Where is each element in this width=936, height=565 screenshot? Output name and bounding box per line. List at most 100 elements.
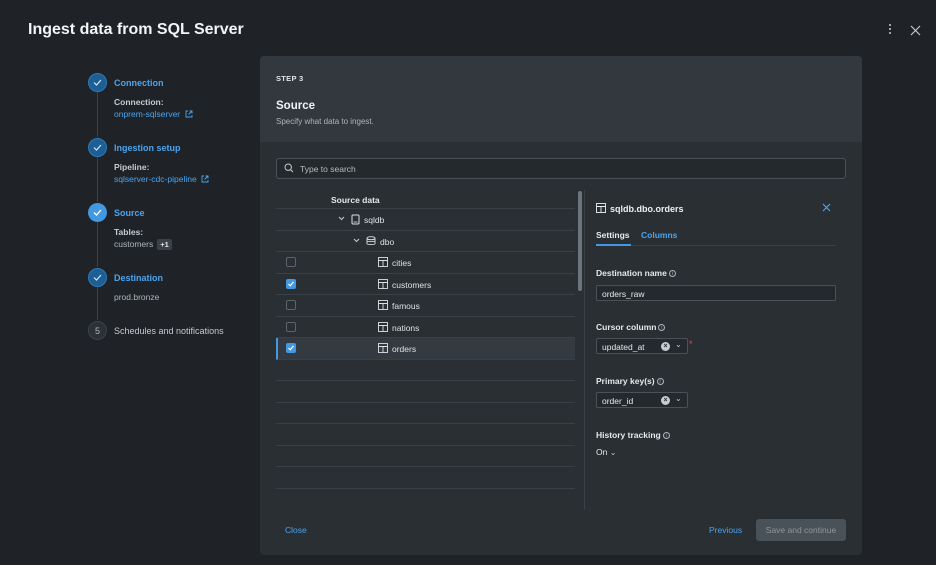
- table-name: orders: [392, 344, 417, 354]
- tables-value: customers: [114, 239, 154, 249]
- check-icon: [88, 138, 107, 157]
- tab-active-indicator: [596, 244, 631, 246]
- empty-row: [276, 360, 575, 381]
- empty-row: [276, 403, 575, 424]
- chevron-down-icon: [353, 238, 360, 242]
- cursor-column-select[interactable]: updated_at × ⌄: [596, 338, 688, 354]
- table-row[interactable]: cities: [276, 252, 575, 274]
- step-number: 5: [88, 321, 107, 340]
- table-icon: [378, 278, 388, 289]
- history-tracking-label: History tracking i: [596, 430, 670, 440]
- page-title: Ingest data from SQL Server: [28, 21, 244, 38]
- history-tracking-value: On: [596, 447, 608, 457]
- table-row[interactable]: customers: [276, 274, 575, 295]
- tab-columns[interactable]: Columns: [641, 230, 677, 240]
- panel-divider: [584, 190, 585, 510]
- clear-icon[interactable]: ×: [661, 396, 670, 405]
- primary-keys-select[interactable]: order_id × ⌄: [596, 392, 688, 408]
- pipeline-link[interactable]: sqlserver-cdc-pipeline: [114, 174, 209, 184]
- source-panel: STEP 3 Source Specify what data to inges…: [260, 56, 862, 555]
- checkmark-icon: [288, 345, 294, 351]
- tabs-divider: [596, 245, 836, 246]
- check-icon: [88, 268, 107, 287]
- count-badge: +1: [157, 239, 172, 250]
- table-name: customers: [392, 279, 432, 290]
- check-icon: [88, 203, 107, 222]
- panel-header: [260, 56, 862, 142]
- close-button[interactable]: Close: [285, 525, 307, 535]
- connection-link[interactable]: onprem-sqlserver: [114, 109, 193, 119]
- step-destination-title[interactable]: Destination: [114, 273, 163, 283]
- row-checkbox[interactable]: [286, 343, 296, 353]
- empty-row: [276, 467, 575, 489]
- step-number-label: STEP 3: [276, 74, 304, 83]
- table-icon: [596, 203, 606, 213]
- connection-link-text: onprem-sqlserver: [114, 109, 181, 119]
- step-connection-label: Connection:: [114, 97, 164, 107]
- close-icon[interactable]: [822, 201, 831, 215]
- destination-name-label-text: Destination name: [596, 268, 667, 278]
- detail-title: sqldb.dbo.orders: [596, 203, 684, 214]
- row-checkbox[interactable]: [286, 300, 296, 310]
- table-row[interactable]: nations: [276, 317, 575, 338]
- scrollbar-thumb[interactable]: [578, 191, 582, 291]
- tree-row-schema[interactable]: dbo: [276, 231, 575, 252]
- primary-keys-label: Primary key(s) i: [596, 376, 664, 386]
- step-connector: [97, 222, 98, 267]
- primary-keys-label-text: Primary key(s): [596, 376, 655, 386]
- info-icon[interactable]: i: [668, 270, 676, 277]
- step-destination-value: prod.bronze: [114, 292, 160, 302]
- table-row[interactable]: famous: [276, 295, 575, 317]
- step-connector: [97, 157, 98, 202]
- more-vertical-icon[interactable]: [887, 22, 893, 38]
- search-icon: [284, 163, 294, 173]
- chevron-down-icon: ⌄: [609, 448, 617, 457]
- save-and-continue-button[interactable]: Save and continue: [756, 519, 846, 541]
- panel-subtitle: Specify what data to ingest.: [276, 117, 374, 126]
- table-row[interactable]: orders: [276, 338, 575, 360]
- cursor-column-value: updated_at: [602, 342, 645, 352]
- info-icon[interactable]: i: [656, 378, 664, 385]
- empty-row: [276, 381, 575, 403]
- step-source-title[interactable]: Source: [114, 208, 145, 218]
- info-icon[interactable]: i: [662, 432, 670, 439]
- history-tracking-dropdown[interactable]: On ⌄: [596, 447, 616, 457]
- primary-keys-value: order_id: [602, 396, 634, 406]
- chevron-down-icon: [338, 216, 345, 221]
- external-link-icon: [185, 110, 192, 118]
- history-tracking-label-text: History tracking: [596, 430, 661, 440]
- table-name: nations: [392, 322, 420, 333]
- required-asterisk: *: [689, 339, 693, 349]
- tab-settings[interactable]: Settings: [596, 230, 630, 240]
- cursor-column-label: Cursor column i: [596, 322, 666, 332]
- table-icon: [378, 343, 388, 353]
- step-ingestion-label: Pipeline:: [114, 162, 150, 172]
- clear-icon[interactable]: ×: [661, 342, 670, 351]
- row-checkbox[interactable]: [286, 278, 296, 289]
- destination-name-input[interactable]: orders_raw: [596, 285, 836, 301]
- detail-title-text: sqldb.dbo.orders: [610, 204, 684, 214]
- step-connection-title[interactable]: Connection: [114, 78, 164, 88]
- chevron-down-icon: ⌄: [675, 394, 682, 403]
- destination-name-label: Destination name i: [596, 268, 676, 278]
- search-placeholder: Type to search: [300, 164, 356, 174]
- tree-row-catalog[interactable]: sqldb: [276, 209, 575, 231]
- schema-name: dbo: [380, 236, 395, 247]
- search-input[interactable]: Type to search: [276, 158, 846, 179]
- chevron-down-icon: ⌄: [675, 340, 682, 349]
- destination-name-value: orders_raw: [602, 289, 645, 299]
- close-icon[interactable]: [910, 23, 921, 39]
- row-checkbox[interactable]: [286, 257, 296, 267]
- step-connector: [97, 287, 98, 320]
- empty-row: [276, 424, 575, 446]
- step-schedules-title[interactable]: Schedules and notifications: [114, 326, 224, 336]
- table-icon: [378, 300, 388, 310]
- catalog-icon: [351, 214, 360, 225]
- tree-header-row: [276, 187, 575, 209]
- row-checkbox[interactable]: [286, 321, 296, 332]
- panel-title: Source: [276, 100, 315, 112]
- step-ingestion-title[interactable]: Ingestion setup: [114, 143, 181, 153]
- table-name: cities: [392, 258, 412, 268]
- previous-button[interactable]: Previous: [709, 525, 742, 535]
- info-icon[interactable]: i: [658, 324, 666, 331]
